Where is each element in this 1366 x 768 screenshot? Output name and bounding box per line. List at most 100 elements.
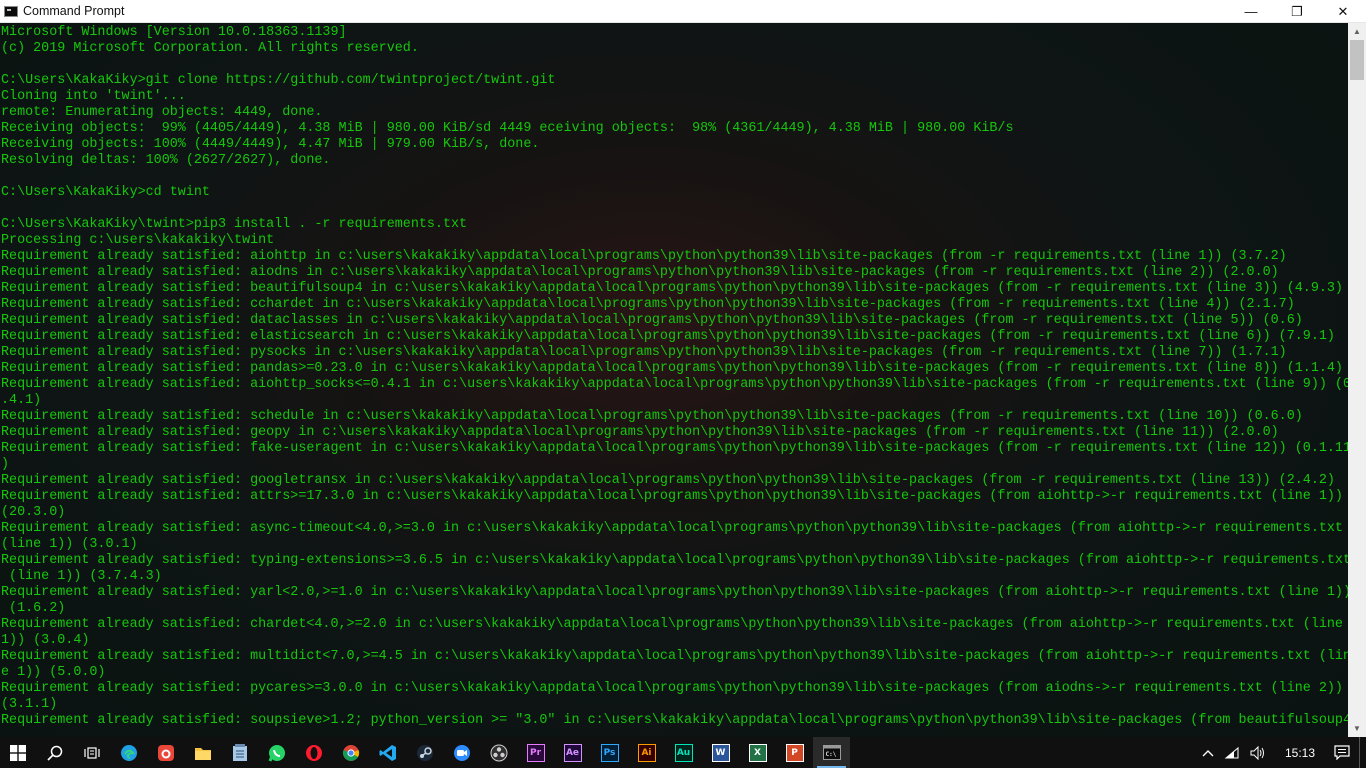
search-button[interactable] [36, 737, 73, 768]
console-line: Resolving deltas: 100% (2627/2627), done… [1, 153, 331, 168]
taskbar-command-prompt[interactable]: C:\ [813, 737, 850, 768]
console-line: Receiving objects: 99% (4405/4449), 4.38… [1, 121, 1014, 136]
wifi-button[interactable] [1219, 737, 1245, 768]
console-line: 1)) (3.0.4) [1, 633, 90, 648]
search-icon [46, 744, 64, 762]
console-line: Requirement already satisfied: fake-user… [1, 441, 1348, 456]
console-line: C:\Users\KakaKiky\twint>pip3 install . -… [1, 217, 468, 232]
show-desktop-button[interactable] [1359, 737, 1366, 768]
console-line: Microsoft Windows [Version 10.0.18363.11… [1, 25, 347, 40]
minimize-button[interactable]: — [1228, 0, 1274, 23]
vertical-scrollbar[interactable]: ▲ ▼ [1348, 23, 1366, 737]
taskbar-app-red[interactable] [147, 737, 184, 768]
console-line: Requirement already satisfied: aiodns in… [1, 265, 1279, 280]
excel-icon: X [748, 743, 767, 762]
console-line: Requirement already satisfied: soupsieve… [1, 713, 1348, 728]
console-output[interactable]: Microsoft Windows [Version 10.0.18363.11… [0, 23, 1348, 737]
console-line: ) [1, 457, 10, 472]
tray-chevron-button[interactable] [1197, 737, 1219, 768]
premiere-icon: Pr [526, 743, 545, 762]
wifi-icon [1224, 746, 1239, 758]
whatsapp-icon [268, 744, 286, 762]
after-effects-icon: Ae [563, 743, 582, 762]
vscode-icon [379, 744, 397, 762]
console-line: Requirement already satisfied: multidict… [1, 649, 1348, 664]
console-line: Requirement already satisfied: attrs>=17… [1, 489, 1343, 504]
console-line: Requirement already satisfied: elasticse… [1, 329, 1335, 344]
taskbar-notepad[interactable] [221, 737, 258, 768]
minimize-icon: — [1244, 4, 1258, 19]
chrome-icon [342, 744, 360, 762]
taskbar-excel[interactable]: X [739, 737, 776, 768]
folder-icon [194, 744, 212, 762]
taskbar-whatsapp[interactable] [258, 737, 295, 768]
console-line: Requirement already satisfied: googletra… [1, 473, 1335, 488]
task-view-button[interactable] [73, 737, 110, 768]
console-line: Requirement already satisfied: pysocks i… [1, 345, 1287, 360]
restore-icon: ❐ [1291, 3, 1303, 19]
taskbar-photoshop[interactable]: Ps [591, 737, 628, 768]
scroll-down-button[interactable]: ▼ [1348, 720, 1366, 737]
console-line: Requirement already satisfied: aiohttp_s… [1, 377, 1348, 392]
title-bar: Command Prompt — ❐ ✕ [0, 0, 1366, 23]
taskbar-chrome[interactable] [332, 737, 369, 768]
console-line: Requirement already satisfied: cchardet … [1, 297, 1295, 312]
console-line: Processing c:\users\kakakiky\twint [1, 233, 275, 248]
console-line: (line 1)) (3.0.1) [1, 537, 138, 552]
photoshop-icon: Ps [600, 743, 619, 762]
app-red-icon [157, 744, 175, 762]
audition-icon: Au [674, 743, 693, 762]
taskbar: Pr Ae Ps Ai Au W X P C:\ 15:13 [0, 737, 1366, 768]
taskbar-opera[interactable] [295, 737, 332, 768]
notification-button[interactable] [1329, 737, 1355, 768]
maximize-button[interactable]: ❐ [1274, 0, 1320, 23]
arrow-up-icon: ▲ [1353, 27, 1361, 36]
taskbar-obs[interactable] [480, 737, 517, 768]
taskbar-illustrator[interactable]: Ai [628, 737, 665, 768]
taskbar-steam[interactable] [406, 737, 443, 768]
console-line: Requirement already satisfied: typing-ex… [1, 553, 1348, 568]
steam-icon [416, 744, 434, 762]
console-line: Requirement already satisfied: pandas>=0… [1, 361, 1343, 376]
taskbar-edge[interactable] [110, 737, 147, 768]
console-line: Cloning into 'twint'... [1, 89, 186, 104]
console-line: Receiving objects: 100% (4449/4449), 4.4… [1, 137, 540, 152]
start-button[interactable] [0, 737, 36, 768]
notepad-icon [231, 743, 249, 762]
taskbar-file-explorer[interactable] [184, 737, 221, 768]
zoom-icon [453, 744, 471, 762]
window-title: Command Prompt [23, 4, 125, 18]
taskbar-powerpoint[interactable]: P [776, 737, 813, 768]
console-line: Requirement already satisfied: yarl<2.0,… [1, 585, 1348, 600]
close-button[interactable]: ✕ [1320, 0, 1366, 23]
console-line: (20.3.0) [1, 505, 66, 520]
taskbar-premiere[interactable]: Pr [517, 737, 554, 768]
console-line: (c) 2019 Microsoft Corporation. All righ… [1, 41, 419, 56]
taskbar-word[interactable]: W [702, 737, 739, 768]
console-line: Requirement already satisfied: chardet<4… [1, 617, 1343, 632]
taskbar-audition[interactable]: Au [665, 737, 702, 768]
scrollbar-thumb[interactable] [1350, 40, 1364, 80]
taskbar-zoom[interactable] [443, 737, 480, 768]
console-line: (line 1)) (3.7.4.3) [1, 569, 162, 584]
taskbar-after-effects[interactable]: Ae [554, 737, 591, 768]
command-prompt-icon: C:\ [822, 744, 841, 762]
command-prompt-icon [4, 5, 18, 17]
console-line: C:\Users\KakaKiky>git clone https://gith… [1, 73, 556, 88]
console-line: .4.1) [1, 393, 42, 408]
clock[interactable]: 15:13 [1271, 737, 1329, 768]
system-tray: 15:13 [1197, 737, 1366, 768]
console-line: remote: Enumerating objects: 4449, done. [1, 105, 323, 120]
task-view-icon [83, 744, 101, 762]
powerpoint-icon: P [785, 743, 804, 762]
console-line: C:\Users\KakaKiky>cd twint [1, 185, 210, 200]
scroll-up-button[interactable]: ▲ [1348, 23, 1366, 40]
chevron-up-icon [1202, 749, 1214, 756]
taskbar-vscode[interactable] [369, 737, 406, 768]
opera-icon [305, 744, 323, 762]
word-icon: W [711, 743, 730, 762]
volume-button[interactable] [1245, 737, 1271, 768]
console-text: Microsoft Windows [Version 10.0.18363.11… [0, 23, 1348, 729]
